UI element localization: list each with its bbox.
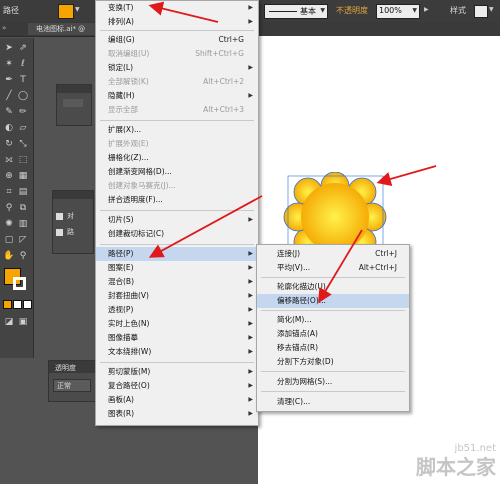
arrow-to-offset-path [318,229,363,304]
arrow-to-flower [376,165,437,186]
annotation-arrows [148,1,437,304]
watermark-logo: 脚本之家 [416,455,496,479]
arrow-to-transform [148,1,219,23]
arrow-to-path [148,195,263,258]
